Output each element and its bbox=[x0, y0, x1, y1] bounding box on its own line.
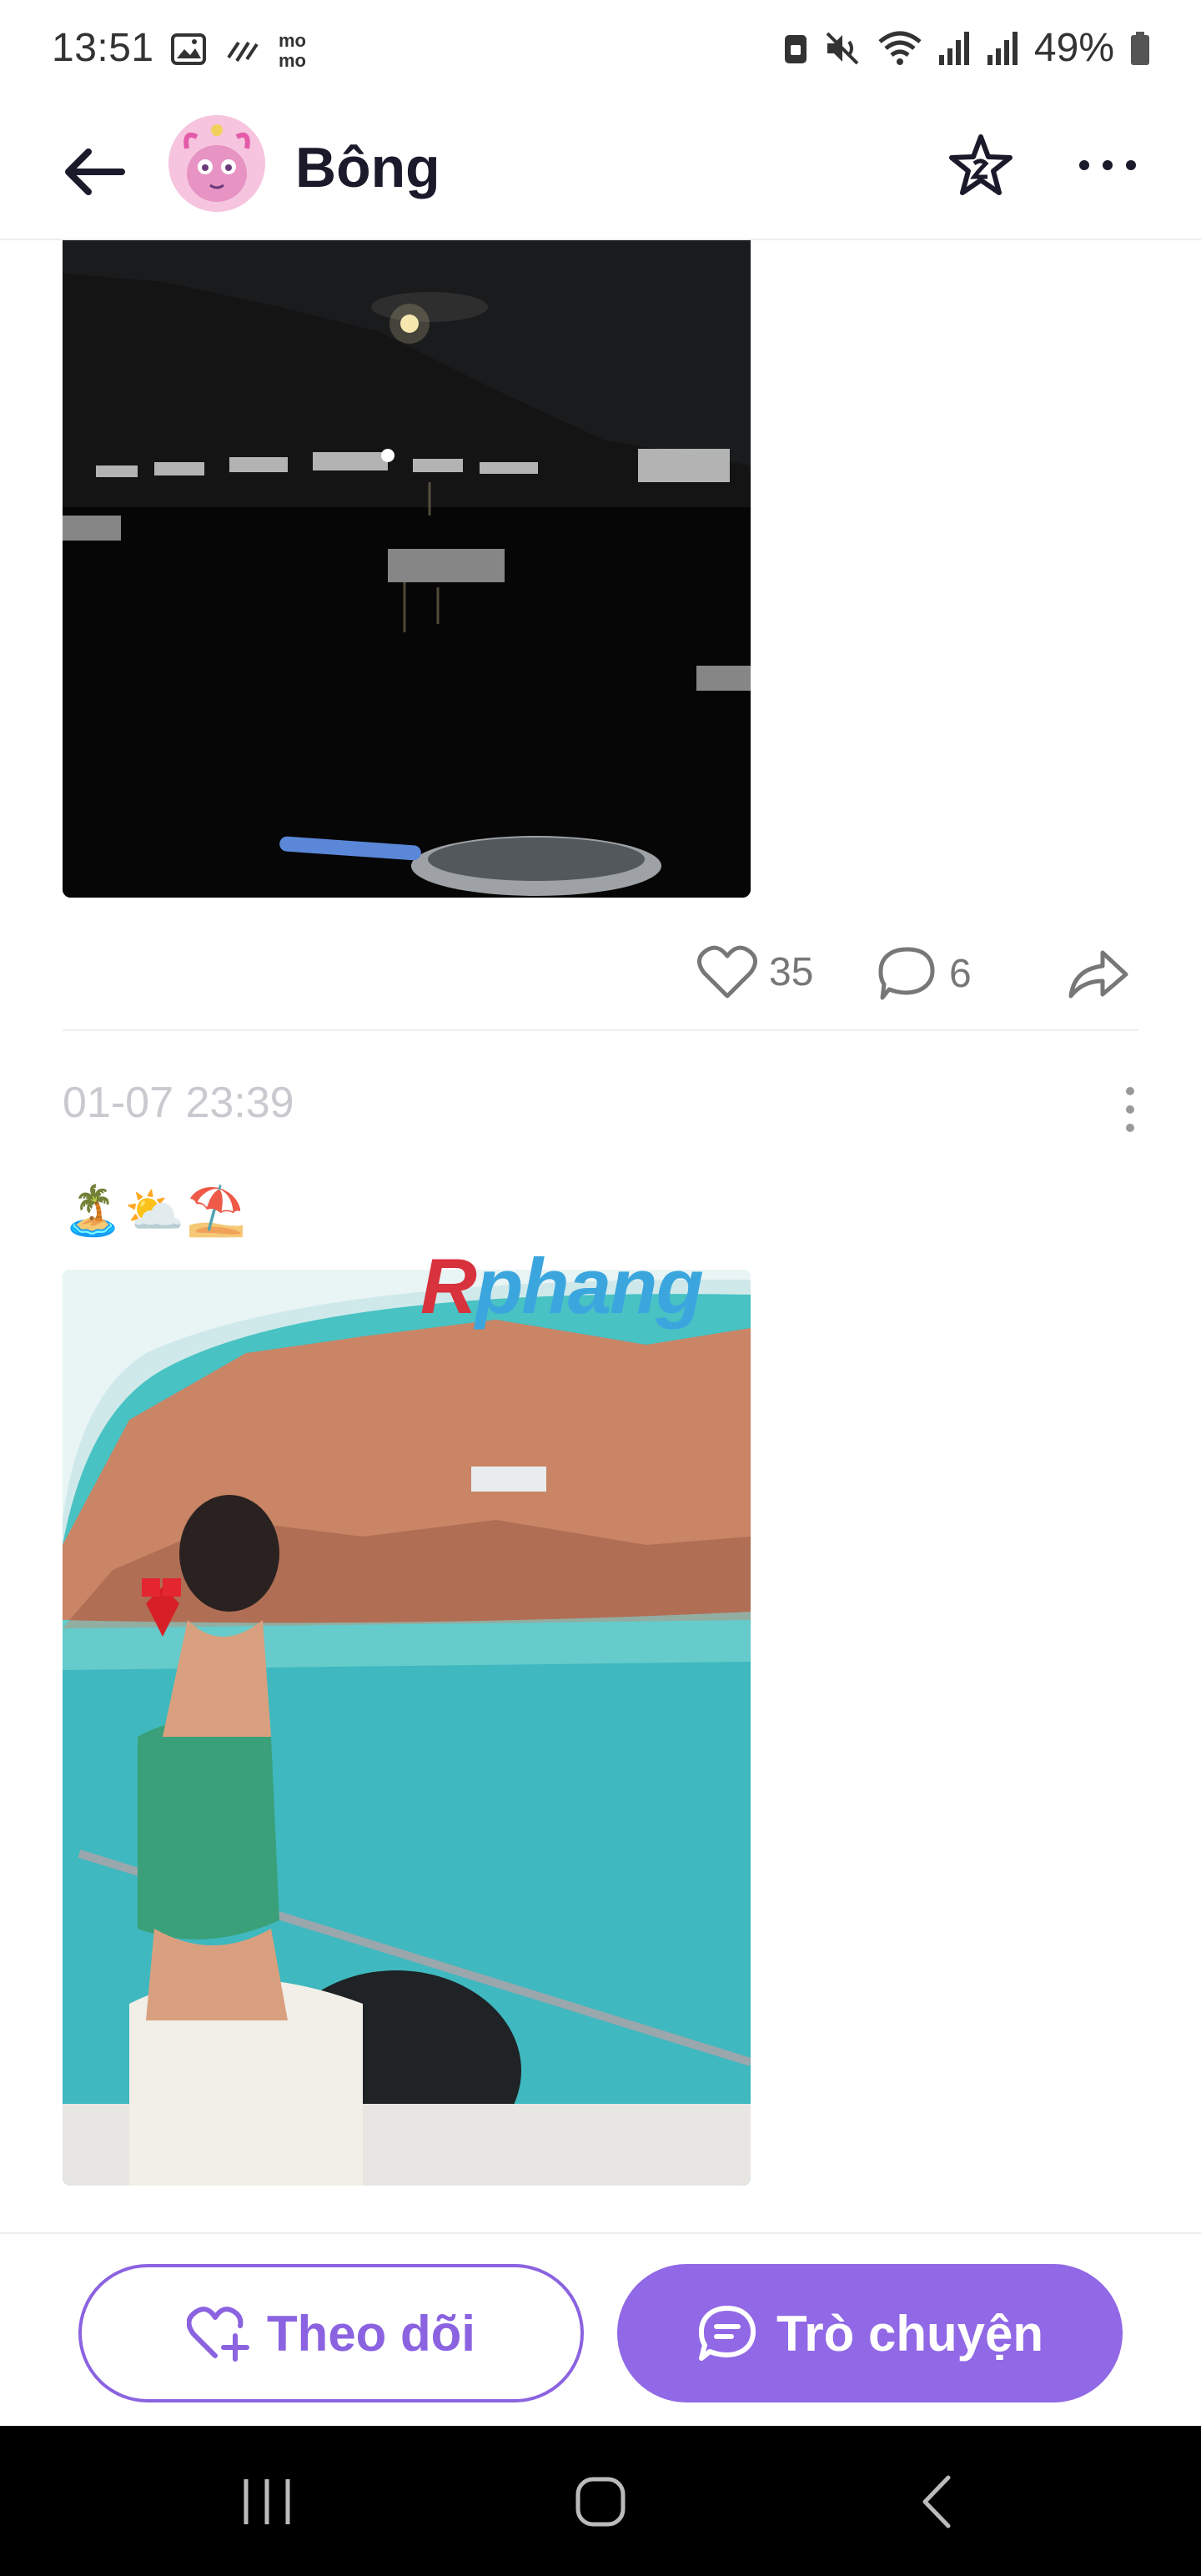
profile-name: Bông bbox=[295, 136, 440, 199]
wifi-icon bbox=[878, 31, 922, 65]
more-options-button[interactable] bbox=[1073, 130, 1143, 200]
app-header: Bông bbox=[0, 103, 1201, 240]
heart-plus-icon bbox=[187, 2307, 250, 2362]
back-button[interactable] bbox=[58, 137, 128, 207]
chevron-left-icon bbox=[922, 2475, 951, 2528]
avatar[interactable] bbox=[168, 115, 265, 212]
favorite-button[interactable] bbox=[946, 130, 1016, 200]
post-menu-button[interactable] bbox=[1109, 1081, 1151, 1140]
heart-icon bbox=[697, 945, 757, 999]
chat-label: Trò chuyện bbox=[776, 2305, 1044, 2362]
signal-icon bbox=[987, 31, 1018, 65]
system-back-button[interactable] bbox=[896, 2464, 979, 2539]
like-count: 35 bbox=[769, 949, 814, 994]
share-button[interactable] bbox=[1066, 944, 1131, 1003]
battery-icon bbox=[1131, 31, 1149, 65]
system-nav-bar bbox=[0, 2426, 1201, 2576]
comment-icon bbox=[878, 947, 935, 1000]
recent-apps-icon bbox=[244, 2479, 290, 2524]
monster-avatar-icon bbox=[168, 115, 265, 212]
arrow-left-icon bbox=[65, 148, 125, 195]
bottom-action-bar: Theo dõi Trò chuyện bbox=[0, 2232, 1201, 2426]
follow-button[interactable]: Theo dõi bbox=[78, 2264, 584, 2402]
signal-icon bbox=[938, 31, 969, 65]
watermark-logo: Rphang bbox=[420, 1242, 704, 1330]
svg-text:mo: mo bbox=[279, 30, 306, 51]
night-harbor-photo[interactable] bbox=[63, 240, 751, 898]
svg-text:mo: mo bbox=[279, 50, 306, 68]
comment-count: 6 bbox=[949, 951, 972, 996]
star-icon bbox=[949, 134, 1013, 195]
comment-button[interactable]: 6 bbox=[877, 944, 972, 1003]
sea-boat-photo[interactable] bbox=[63, 1270, 751, 2186]
battery-percent: 49% bbox=[1033, 26, 1114, 70]
gallery-icon bbox=[171, 33, 206, 65]
post-actions: 35 6 bbox=[0, 933, 1201, 1008]
recent-apps-button[interactable] bbox=[225, 2464, 309, 2539]
mute-icon bbox=[826, 32, 859, 64]
lock-icon bbox=[784, 34, 807, 63]
post-date: 01-07 23:39 bbox=[63, 1079, 294, 1127]
post-divider bbox=[63, 1029, 1138, 1031]
post-feed[interactable]: 35 6 01-07 23:39 🏝️⛅⛱️ Rphang bbox=[0, 240, 1201, 2234]
chat-button[interactable]: Trò chuyện bbox=[617, 2264, 1123, 2402]
more-vertical-icon bbox=[1126, 1087, 1134, 1132]
post-caption: 🏝️⛅⛱️ bbox=[63, 1184, 249, 1238]
chat-bubble-icon bbox=[698, 2306, 756, 2361]
status-bar: 13:51 mo mo 49% bbox=[0, 0, 1201, 103]
sync-icon bbox=[227, 41, 259, 63]
momo-icon: mo mo bbox=[279, 30, 306, 68]
home-icon bbox=[575, 2477, 626, 2527]
status-time: 13:51 bbox=[52, 26, 154, 70]
share-icon bbox=[1068, 950, 1128, 999]
like-button[interactable]: 35 bbox=[697, 944, 813, 999]
more-horizontal-icon bbox=[1079, 160, 1136, 170]
follow-label: Theo dõi bbox=[267, 2305, 475, 2362]
home-button[interactable] bbox=[559, 2464, 642, 2539]
